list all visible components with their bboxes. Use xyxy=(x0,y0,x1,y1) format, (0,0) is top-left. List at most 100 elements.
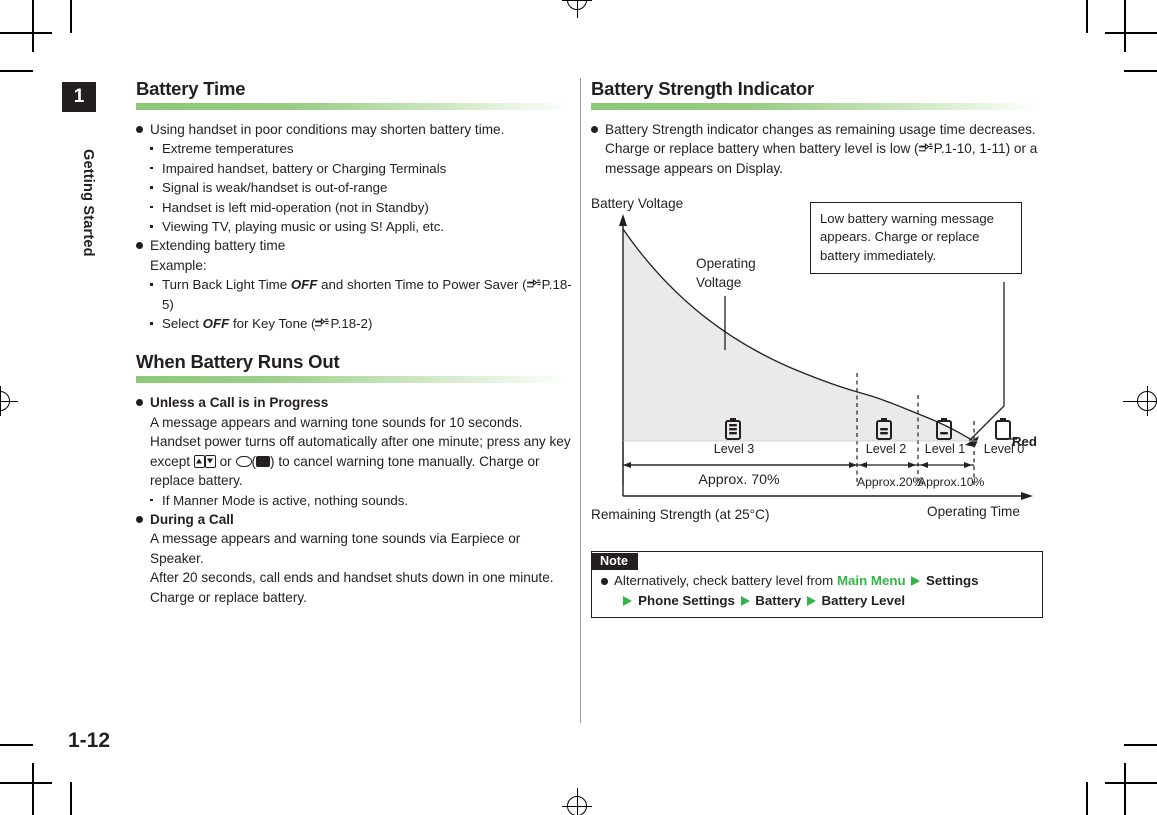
chart-x-axis-label: Operating Time xyxy=(927,504,1020,519)
body-text-a: except xyxy=(150,453,191,469)
note-battery-level: Battery Level xyxy=(821,592,906,608)
arrow-right-icon xyxy=(806,595,816,606)
column-divider xyxy=(580,78,581,723)
heading-battery-strength-indicator: Battery Strength Indicator xyxy=(591,78,814,99)
crop-mark-bl-v2 xyxy=(70,782,72,815)
example-text-c: ) xyxy=(367,316,373,332)
up-key-icon xyxy=(193,454,205,468)
see-page-hand-icon xyxy=(917,140,934,152)
note-phone-settings: Phone Settings xyxy=(638,592,735,608)
middot-icon xyxy=(150,186,153,189)
y-axis-arrowhead xyxy=(619,214,627,226)
bullet-title: Unless a Call is in Progress xyxy=(150,395,329,411)
sub-item-label: Viewing TV, playing music or using S! Ap… xyxy=(162,219,445,235)
bullet-dot-icon xyxy=(136,242,143,250)
page-ref: P.1-10, 1-11 xyxy=(933,141,1006,157)
see-page-hand-icon xyxy=(314,315,330,327)
crop-mark-tr-v2 xyxy=(1086,0,1088,33)
operating-voltage-line2: Voltage xyxy=(696,275,742,290)
registration-mark-top xyxy=(562,0,592,24)
middot-icon xyxy=(150,283,153,286)
middot-icon xyxy=(150,166,153,170)
x-axis-arrowhead xyxy=(1021,492,1033,500)
level1-span-arrow-left xyxy=(920,462,928,468)
crop-mark-tl-v2 xyxy=(70,0,72,33)
see-page-hand-icon xyxy=(525,276,542,288)
crop-mark-tr-h xyxy=(1105,32,1157,34)
crop-mark-bl-h2 xyxy=(0,744,33,746)
body-line: Handset power turns off automatically af… xyxy=(150,434,571,450)
example-text-a: Select xyxy=(162,316,203,332)
example-item-1: Turn Back Light Time OFF and shorten Tim… xyxy=(136,275,572,314)
chapter-tab-label: Getting Started xyxy=(80,149,96,257)
example-item-2: Select OFF for Key Tone (P.18-2) xyxy=(136,314,572,333)
bullet-extending-battery-time: Extending battery time xyxy=(136,236,572,255)
example-keyword-off: OFF xyxy=(202,316,230,332)
level-percent-3: Approx. 70% xyxy=(698,472,780,488)
crop-mark-bl-v xyxy=(32,763,34,815)
level-name-2: Level 2 xyxy=(865,442,907,456)
body-text-a: Charge or replace battery when battery l… xyxy=(605,141,919,157)
bullet-dot-icon xyxy=(136,126,143,133)
example-page-ref: P.18-2 xyxy=(330,316,368,332)
manual-page: 1 Getting Started 1-12 Battery Time Usin… xyxy=(0,0,1157,815)
battery-icon-level-3 xyxy=(725,418,741,440)
note-tag-row: Note xyxy=(592,552,1042,570)
middot-icon xyxy=(150,322,153,325)
middot-icon xyxy=(150,498,153,501)
body-line: A message appears and warning tone sound… xyxy=(150,414,523,430)
bullet-indicator-changes: Battery Strength indicator changes as re… xyxy=(591,120,1043,139)
body-line: After 20 seconds, call ends and handset … xyxy=(150,570,554,586)
middot-icon xyxy=(150,225,153,228)
level-name-3: Level 3 xyxy=(713,442,755,456)
note-box: Note Alternatively, check battery level … xyxy=(591,551,1043,619)
example-label: Example: xyxy=(150,257,207,273)
crop-mark-br-v xyxy=(1124,763,1126,815)
level3-span-arrow-left xyxy=(623,462,631,468)
chart-caption-remaining-strength: Remaining Strength (at 25°C) xyxy=(591,507,770,522)
note-main-menu: Main Menu xyxy=(836,573,906,588)
down-key-icon xyxy=(204,454,216,468)
bullet-dot-icon xyxy=(136,399,143,407)
discharge-area-fill-lower xyxy=(623,436,977,441)
sub-item-label: Signal is weak/handset is out-of-range xyxy=(162,180,388,196)
level-percent-2: Approx.20% xyxy=(857,475,924,489)
soft-key-icon xyxy=(235,455,252,467)
sub-item: Viewing TV, playing music or using S! Ap… xyxy=(136,217,572,236)
sub-item-label: If Manner Mode is active, nothing sounds… xyxy=(162,492,409,508)
crop-mark-tl-h xyxy=(0,32,52,34)
sub-item: Handset is left mid-operation (not in St… xyxy=(136,198,572,217)
crop-mark-tl-v xyxy=(32,0,34,52)
crop-mark-tl-h2 xyxy=(0,70,33,72)
note-body: Alternatively, check battery level from … xyxy=(592,570,1042,617)
level-percent-1: Approx.10% xyxy=(918,475,985,489)
middot-icon xyxy=(150,147,153,150)
bullet-text: Battery Strength indicator changes as re… xyxy=(605,122,1036,137)
chart-y-axis-label: Battery Voltage xyxy=(591,196,684,211)
body-line: replace battery. xyxy=(150,473,243,489)
level1-span-arrow-right xyxy=(964,462,972,468)
body-text-c: to cancel warning tone manually. Charge … xyxy=(278,453,540,469)
level2-span-arrow-left xyxy=(859,462,867,468)
bullet-unless-a-call: Unless a Call is in Progress xyxy=(136,393,572,412)
bullet-text: Extending battery time xyxy=(150,238,286,254)
level2-span-arrow-right xyxy=(908,462,916,468)
level-name-1: Level 1 xyxy=(924,442,966,456)
sub-item: If Manner Mode is active, nothing sounds… xyxy=(136,491,572,510)
arrow-right-icon xyxy=(740,595,750,606)
example-text-b: and shorten Time to Power Saver ( xyxy=(317,277,527,293)
heading-when-battery-runs-out: When Battery Runs Out xyxy=(136,351,340,373)
bullet-title: During a Call xyxy=(150,511,234,527)
battery-icon-level-2 xyxy=(876,418,892,440)
body-line: message appears on Display. xyxy=(605,160,784,176)
crop-mark-tr-v xyxy=(1124,0,1126,52)
registration-mark-bottom xyxy=(562,788,592,815)
note-settings: Settings xyxy=(926,573,979,588)
bullet-dot-icon xyxy=(136,515,143,523)
arrow-right-icon xyxy=(623,595,633,606)
battery-icon-level-0 xyxy=(995,418,1011,440)
registration-mark-left xyxy=(0,386,24,416)
body-text-c: ) or a xyxy=(1005,141,1038,157)
heading-rule xyxy=(136,103,572,110)
sub-item-label: Impaired handset, battery or Charging Te… xyxy=(162,160,447,176)
